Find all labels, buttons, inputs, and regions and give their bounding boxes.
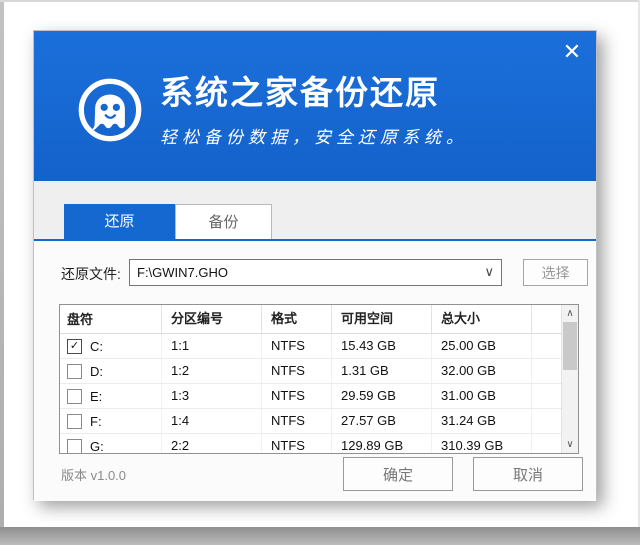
scrollbar-thumb[interactable] <box>563 322 577 370</box>
app-title: 系统之家备份还原 <box>160 75 468 111</box>
app-subtitle: 轻松备份数据，安全还原系统。 <box>160 123 468 148</box>
drive-checkbox[interactable] <box>67 364 82 379</box>
chevron-down-icon[interactable]: ∨ <box>484 260 494 285</box>
drive-checkbox[interactable] <box>67 389 82 404</box>
tab-restore[interactable]: 还原 <box>64 204 175 239</box>
drive-label: D: <box>90 360 103 383</box>
table-header: 盘符 分区编号 格式 可用空间 总大小 <box>60 305 578 334</box>
table-row[interactable]: E: 1:3 NTFS 29.59 GB 31.00 GB <box>60 384 578 409</box>
drive-label: E: <box>90 385 102 408</box>
free-space-cell: 29.59 GB <box>332 384 432 408</box>
scroll-down-icon[interactable]: ∨ <box>562 437 578 452</box>
format-cell: NTFS <box>262 384 332 408</box>
total-size-cell: 31.00 GB <box>432 384 532 408</box>
page-edge-top <box>0 0 640 2</box>
table-body: ✓ C: 1:1 NTFS 15.43 GB 25.00 GB D: 1:2 N… <box>60 334 578 454</box>
app-window: ✕ 系统之家备份还原 轻松备份数据，安全还原系统。 还原 备份 还原文件: F:… <box>33 30 597 500</box>
close-icon[interactable]: ✕ <box>556 37 588 69</box>
page-bottom-band <box>0 527 640 545</box>
select-file-button[interactable]: 选择 <box>523 259 588 286</box>
table-row[interactable]: D: 1:2 NTFS 1.31 GB 32.00 GB <box>60 359 578 384</box>
partition-cell: 2:2 <box>162 434 262 454</box>
column-header-partition[interactable]: 分区编号 <box>162 305 262 333</box>
total-size-cell: 310.39 GB <box>432 434 532 454</box>
drive-label: C: <box>90 335 103 358</box>
restore-file-combobox[interactable]: F:\GWIN7.GHO ∨ <box>129 259 502 286</box>
table-row[interactable]: F: 1:4 NTFS 27.57 GB 31.24 GB <box>60 409 578 434</box>
format-cell: NTFS <box>262 434 332 454</box>
column-header-free-space[interactable]: 可用空间 <box>332 305 432 333</box>
ok-button[interactable]: 确定 <box>343 457 453 491</box>
table-scrollbar[interactable]: ∧ ∨ <box>561 305 578 453</box>
page-edge-left <box>0 0 4 545</box>
ghost-logo-icon <box>76 76 144 144</box>
format-cell: NTFS <box>262 334 332 358</box>
partition-cell: 1:3 <box>162 384 262 408</box>
free-space-cell: 1.31 GB <box>332 359 432 383</box>
free-space-cell: 15.43 GB <box>332 334 432 358</box>
total-size-cell: 32.00 GB <box>432 359 532 383</box>
partition-cell: 1:4 <box>162 409 262 433</box>
tab-backup[interactable]: 备份 <box>175 204 272 239</box>
drive-label: F: <box>90 410 102 433</box>
column-header-total-size[interactable]: 总大小 <box>432 305 532 333</box>
cancel-button[interactable]: 取消 <box>473 457 583 491</box>
total-size-cell: 31.24 GB <box>432 409 532 433</box>
version-label: 版本 v1.0.0 <box>61 465 126 484</box>
free-space-cell: 27.57 GB <box>332 409 432 433</box>
table-row[interactable]: G: 2:2 NTFS 129.89 GB 310.39 GB <box>60 434 578 454</box>
drive-checkbox[interactable] <box>67 439 82 454</box>
restore-panel: 还原文件: F:\GWIN7.GHO ∨ 选择 盘符 分区编号 格式 可用空间 … <box>34 241 596 501</box>
restore-file-value: F:\GWIN7.GHO <box>137 260 228 285</box>
drive-label: G: <box>90 435 104 455</box>
column-header-format[interactable]: 格式 <box>262 305 332 333</box>
restore-file-label: 还原文件: <box>61 264 121 284</box>
table-row[interactable]: ✓ C: 1:1 NTFS 15.43 GB 25.00 GB <box>60 334 578 359</box>
free-space-cell: 129.89 GB <box>332 434 432 454</box>
drive-checkbox[interactable]: ✓ <box>67 339 82 354</box>
title-block: 系统之家备份还原 轻松备份数据，安全还原系统。 <box>160 75 468 148</box>
scroll-up-icon[interactable]: ∧ <box>562 306 578 321</box>
partition-cell: 1:2 <box>162 359 262 383</box>
app-header: ✕ 系统之家备份还原 轻松备份数据，安全还原系统。 <box>34 31 596 181</box>
total-size-cell: 25.00 GB <box>432 334 532 358</box>
drive-checkbox[interactable] <box>67 414 82 429</box>
format-cell: NTFS <box>262 409 332 433</box>
partition-cell: 1:1 <box>162 334 262 358</box>
format-cell: NTFS <box>262 359 332 383</box>
column-header-drive[interactable]: 盘符 <box>60 305 162 333</box>
partition-table: 盘符 分区编号 格式 可用空间 总大小 ✓ C: 1:1 NTFS 15.43 … <box>59 304 579 454</box>
tabstrip: 还原 备份 <box>34 181 596 239</box>
